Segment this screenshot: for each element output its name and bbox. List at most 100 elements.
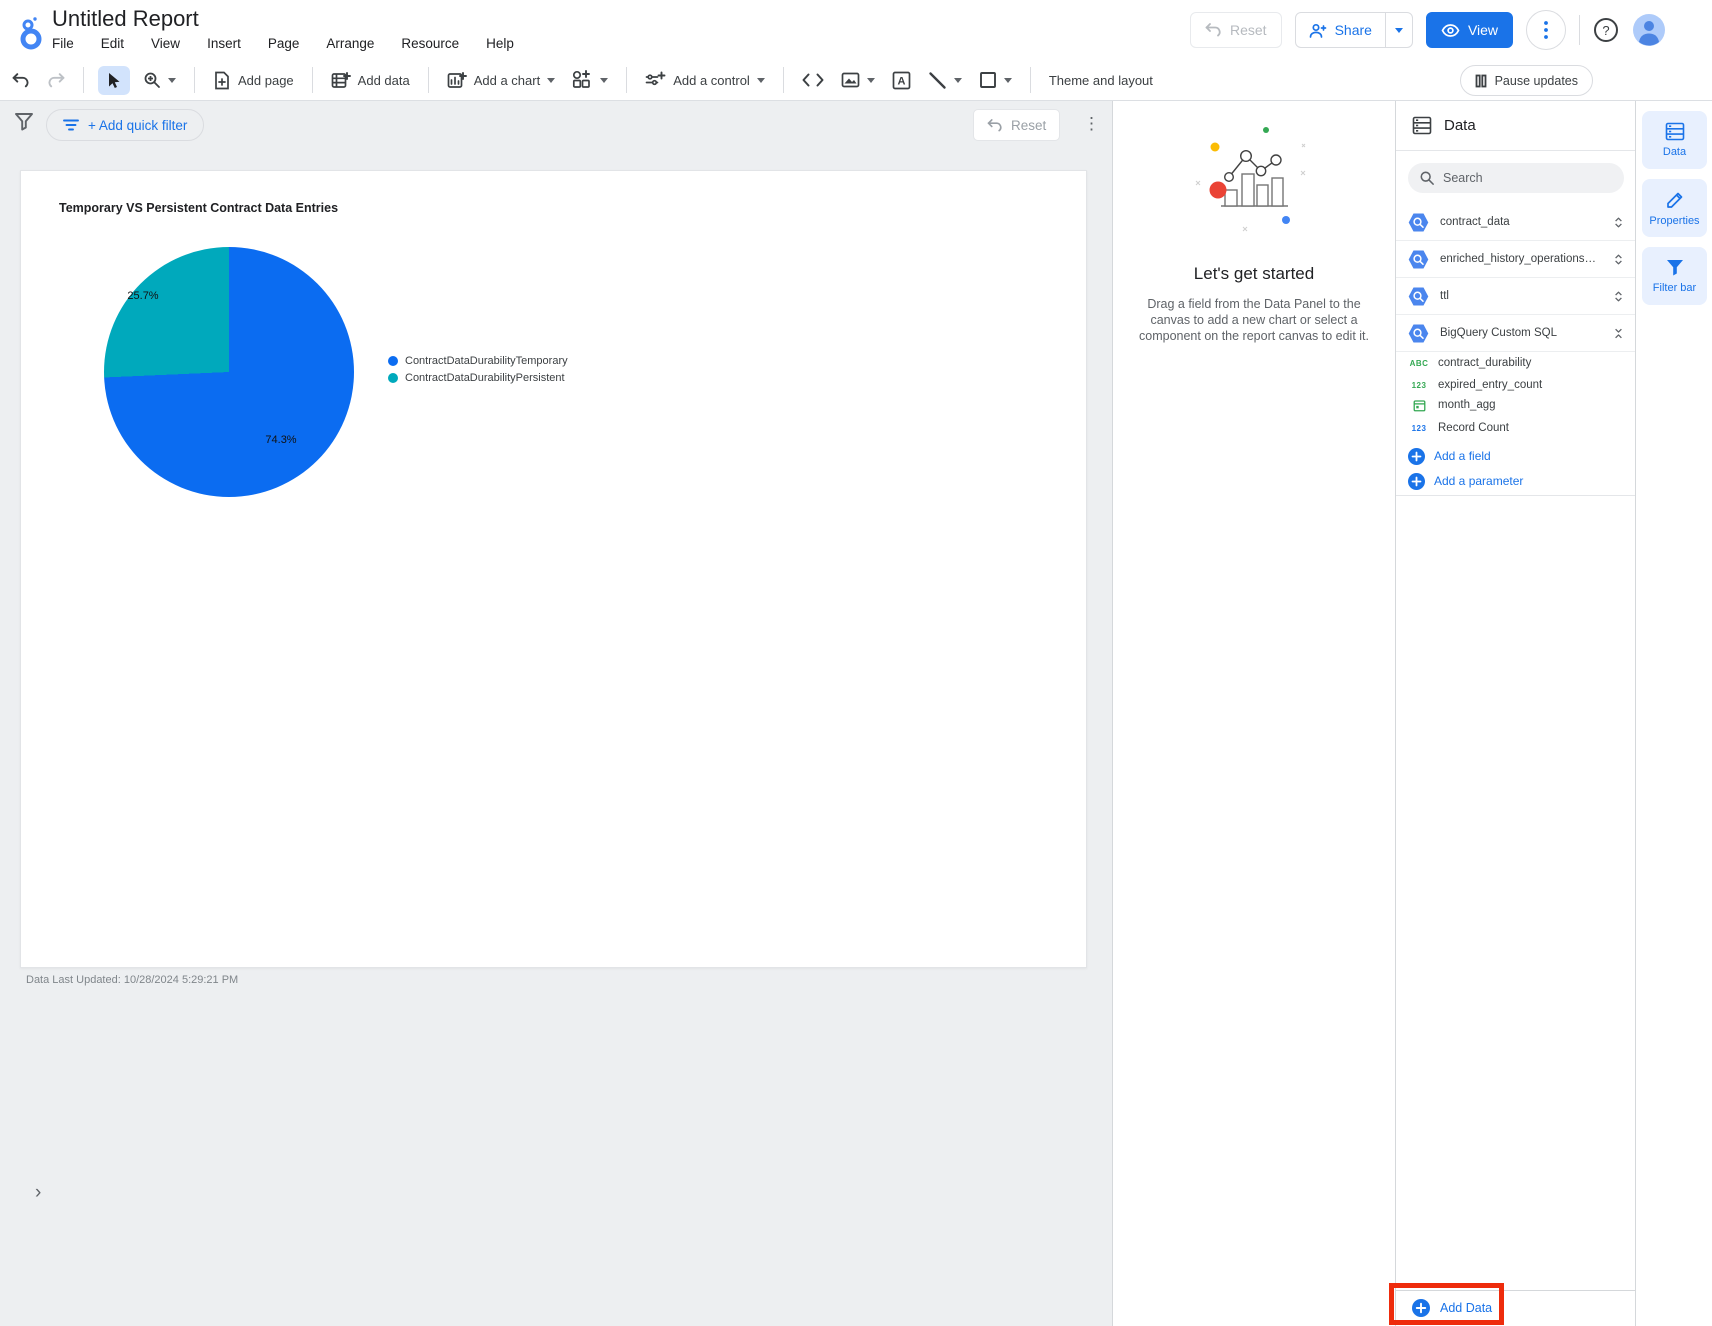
view-button[interactable]: View	[1425, 12, 1514, 48]
tab-properties[interactable]: Properties	[1642, 179, 1707, 237]
legend-dot-persistent	[388, 373, 398, 383]
tab-data[interactable]: Data	[1642, 111, 1707, 169]
search-icon	[1420, 171, 1434, 185]
looker-studio-logo	[16, 12, 44, 50]
getting-started-panel: Let's get started Drag a field from the …	[1113, 101, 1395, 1326]
unfold-less-icon[interactable]	[1612, 326, 1625, 341]
reset-button[interactable]: Reset	[1190, 12, 1282, 48]
toolbar: Add page Add data Add a chart Add a cont…	[0, 60, 1712, 101]
getting-started-body: Drag a field from the Data Panel to the …	[1139, 297, 1369, 343]
report-page[interactable]: Temporary VS Persistent Contract Data En…	[20, 170, 1087, 968]
pie-chart-title: Temporary VS Persistent Contract Data En…	[59, 201, 339, 215]
redo-icon	[48, 72, 65, 87]
datasource-ttl[interactable]: ttl	[1396, 278, 1635, 315]
select-tool-button[interactable]	[98, 65, 130, 95]
pause-updates-button[interactable]: Pause updates	[1459, 65, 1593, 96]
menu-page[interactable]: Page	[268, 36, 300, 51]
menu-edit[interactable]: Edit	[101, 36, 124, 51]
unfold-more-icon[interactable]	[1612, 252, 1625, 267]
unfold-more-icon[interactable]	[1612, 215, 1625, 230]
data-panel-title: Data	[1444, 117, 1476, 134]
pie-chart[interactable]	[104, 247, 354, 497]
more-options-button[interactable]	[1526, 10, 1567, 50]
header-divider	[1579, 15, 1581, 45]
plus-circle-icon	[1408, 472, 1425, 490]
legend-item-temporary[interactable]: ContractDataDurabilityTemporary	[388, 355, 568, 367]
insert-shape-button[interactable]	[975, 66, 1016, 94]
add-quick-filter-button[interactable]: + Add quick filter	[46, 109, 205, 141]
canvas-more-options[interactable]: ⋮	[1083, 111, 1100, 137]
redo-button[interactable]	[43, 68, 69, 93]
menu-resource[interactable]: Resource	[401, 36, 459, 51]
chevron-down-icon	[756, 77, 765, 83]
pencil-icon	[1666, 192, 1682, 208]
help-button[interactable]: ?	[1593, 17, 1619, 43]
unfold-more-icon[interactable]	[1612, 289, 1625, 304]
avatar[interactable]	[1632, 13, 1666, 47]
bigquery-icon	[1408, 250, 1429, 268]
field-record-count[interactable]: 123 Record Count	[1396, 417, 1635, 439]
getting-started-illustration	[1195, 127, 1306, 232]
data-panel-header: Data	[1396, 101, 1635, 151]
pause-icon	[1475, 74, 1486, 87]
share-options-caret[interactable]	[1384, 13, 1412, 47]
search-placeholder: Search	[1443, 171, 1483, 185]
menu-help[interactable]: Help	[486, 36, 514, 51]
number-field-type-icon: 123	[1411, 380, 1427, 390]
insert-image-button[interactable]	[837, 67, 879, 93]
community-visualizations-button[interactable]	[568, 65, 612, 95]
data-search-box[interactable]: Search	[1408, 163, 1624, 193]
menu-insert[interactable]: Insert	[207, 36, 241, 51]
chevron-down-icon	[866, 77, 875, 83]
datasource-bigquery-custom-sql[interactable]: BigQuery Custom SQL	[1396, 315, 1635, 352]
field-contract-durability[interactable]: ABC contract_durability	[1396, 352, 1635, 374]
insert-line-button[interactable]	[924, 66, 966, 95]
getting-started-title: Let's get started	[1193, 264, 1315, 283]
field-expired-entry-count[interactable]: 123 expired_entry_count	[1396, 374, 1635, 396]
looker-studio-app: Untitled Report File Edit View Insert Pa…	[0, 0, 1712, 1326]
field-month-agg[interactable]: month_agg	[1396, 394, 1635, 416]
plus-circle-icon	[1412, 1299, 1430, 1317]
add-page-icon	[215, 71, 229, 89]
datasource-contract-data[interactable]: contract_data	[1396, 204, 1635, 241]
tab-filter-bar[interactable]: Filter bar	[1642, 247, 1707, 305]
menu-arrange[interactable]: Arrange	[326, 36, 374, 51]
theme-and-layout-button[interactable]: Theme and layout	[1045, 68, 1157, 93]
chevron-down-icon	[600, 77, 609, 83]
image-icon	[841, 72, 860, 88]
filter-funnel-icon[interactable]	[14, 112, 34, 131]
data-panel-footer-divider	[1396, 1290, 1635, 1291]
insert-text-button[interactable]: A	[888, 66, 915, 95]
plus-circle-icon	[1408, 447, 1425, 465]
add-page-button[interactable]: Add page	[209, 66, 298, 95]
cursor-icon	[109, 72, 120, 88]
embed-code-button[interactable]	[798, 68, 828, 92]
datasource-enriched-history[interactable]: enriched_history_operations_sorob...	[1396, 241, 1635, 278]
add-control-button[interactable]: Add a control	[641, 66, 769, 94]
legend-item-persistent[interactable]: ContractDataDurabilityPersistent	[388, 372, 568, 384]
bigquery-icon	[1408, 287, 1429, 305]
menu-view[interactable]: View	[151, 36, 180, 51]
undo-arrow-icon	[1205, 23, 1222, 37]
code-icon	[802, 73, 824, 87]
add-field-button[interactable]: Add a field	[1396, 444, 1635, 468]
collapse-panel-chevron[interactable]: ›	[35, 1182, 41, 1204]
magnifier-icon	[144, 72, 160, 88]
canvas-reset-button[interactable]: Reset	[973, 109, 1061, 141]
metric-field-type-icon: 123	[1411, 423, 1427, 433]
undo-arrow-icon	[987, 118, 1002, 131]
add-parameter-button[interactable]: Add a parameter	[1396, 469, 1635, 493]
add-chart-button[interactable]: Add a chart	[443, 66, 560, 95]
share-button[interactable]: Share	[1296, 13, 1385, 47]
zoom-tool-button[interactable]	[139, 66, 180, 94]
menu-file[interactable]: File	[52, 36, 74, 51]
chevron-down-icon	[1394, 27, 1403, 33]
add-chart-icon	[447, 71, 467, 88]
svg-text:?: ?	[1602, 23, 1609, 38]
undo-button[interactable]	[8, 68, 34, 93]
add-data-button[interactable]: Add data	[327, 66, 414, 95]
data-last-updated-label: Data Last Updated: 10/28/2024 5:29:21 PM	[26, 974, 239, 986]
menu-bar: File Edit View Insert Page Arrange Resou…	[52, 36, 514, 51]
add-data-footer-button[interactable]: Add Data	[1412, 1299, 1492, 1317]
report-title[interactable]: Untitled Report	[52, 6, 199, 32]
